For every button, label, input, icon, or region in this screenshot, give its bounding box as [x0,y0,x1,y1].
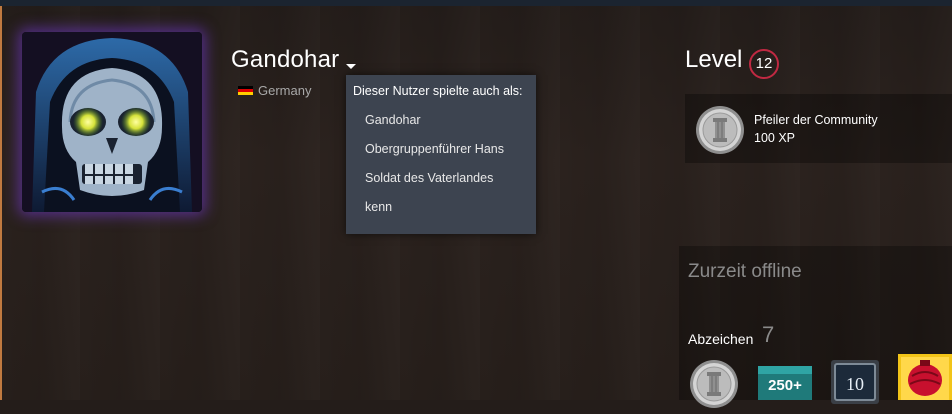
profile-location: Germany [238,83,311,98]
skull-avatar-image [22,32,202,212]
alias-item[interactable]: Soldat des Vaterlandes [365,171,493,185]
profile-status-panel: Zurzeit offline Abzeichen 7 250+ 10 [679,246,952,408]
pillar-coin-icon [695,105,745,160]
game-badge-icon[interactable]: 10 [831,360,879,409]
featured-badge-name: Pfeiler der Community [754,113,878,127]
germany-flag-icon [238,85,253,96]
country-label: Germany [258,83,312,98]
online-status: Zurzeit offline [688,261,802,282]
featured-badge-card[interactable]: Pfeiler der Community 100 XP [685,94,952,163]
badges-count[interactable]: 7 [762,322,774,348]
years-badge-icon[interactable]: 250+ [758,366,812,405]
left-accent-line [0,6,2,400]
game-badge-text: 10 [846,374,864,394]
featured-badge-xp: 100 XP [754,131,796,145]
level-label: Level [685,46,743,73]
alias-item[interactable]: Gandohar [365,113,421,127]
alias-popup-title: Dieser Nutzer spielte auch als: [353,84,523,98]
alias-item[interactable]: Obergruppenführer Hans [365,142,504,156]
level-badge[interactable]: 12 [749,49,779,79]
badges-link[interactable]: Abzeichen [688,331,753,347]
lantern-badge-icon[interactable] [898,354,952,405]
pillar-coin-icon[interactable] [689,359,739,414]
persona-name: Gandohar [231,46,340,73]
years-badge-text: 250+ [768,377,802,394]
profile-avatar[interactable] [22,32,202,212]
alias-history-popup: Dieser Nutzer spielte auch als: Gandohar… [346,75,536,234]
alias-dropdown-caret-icon[interactable] [346,64,356,69]
alias-item[interactable]: kenn [365,200,392,214]
